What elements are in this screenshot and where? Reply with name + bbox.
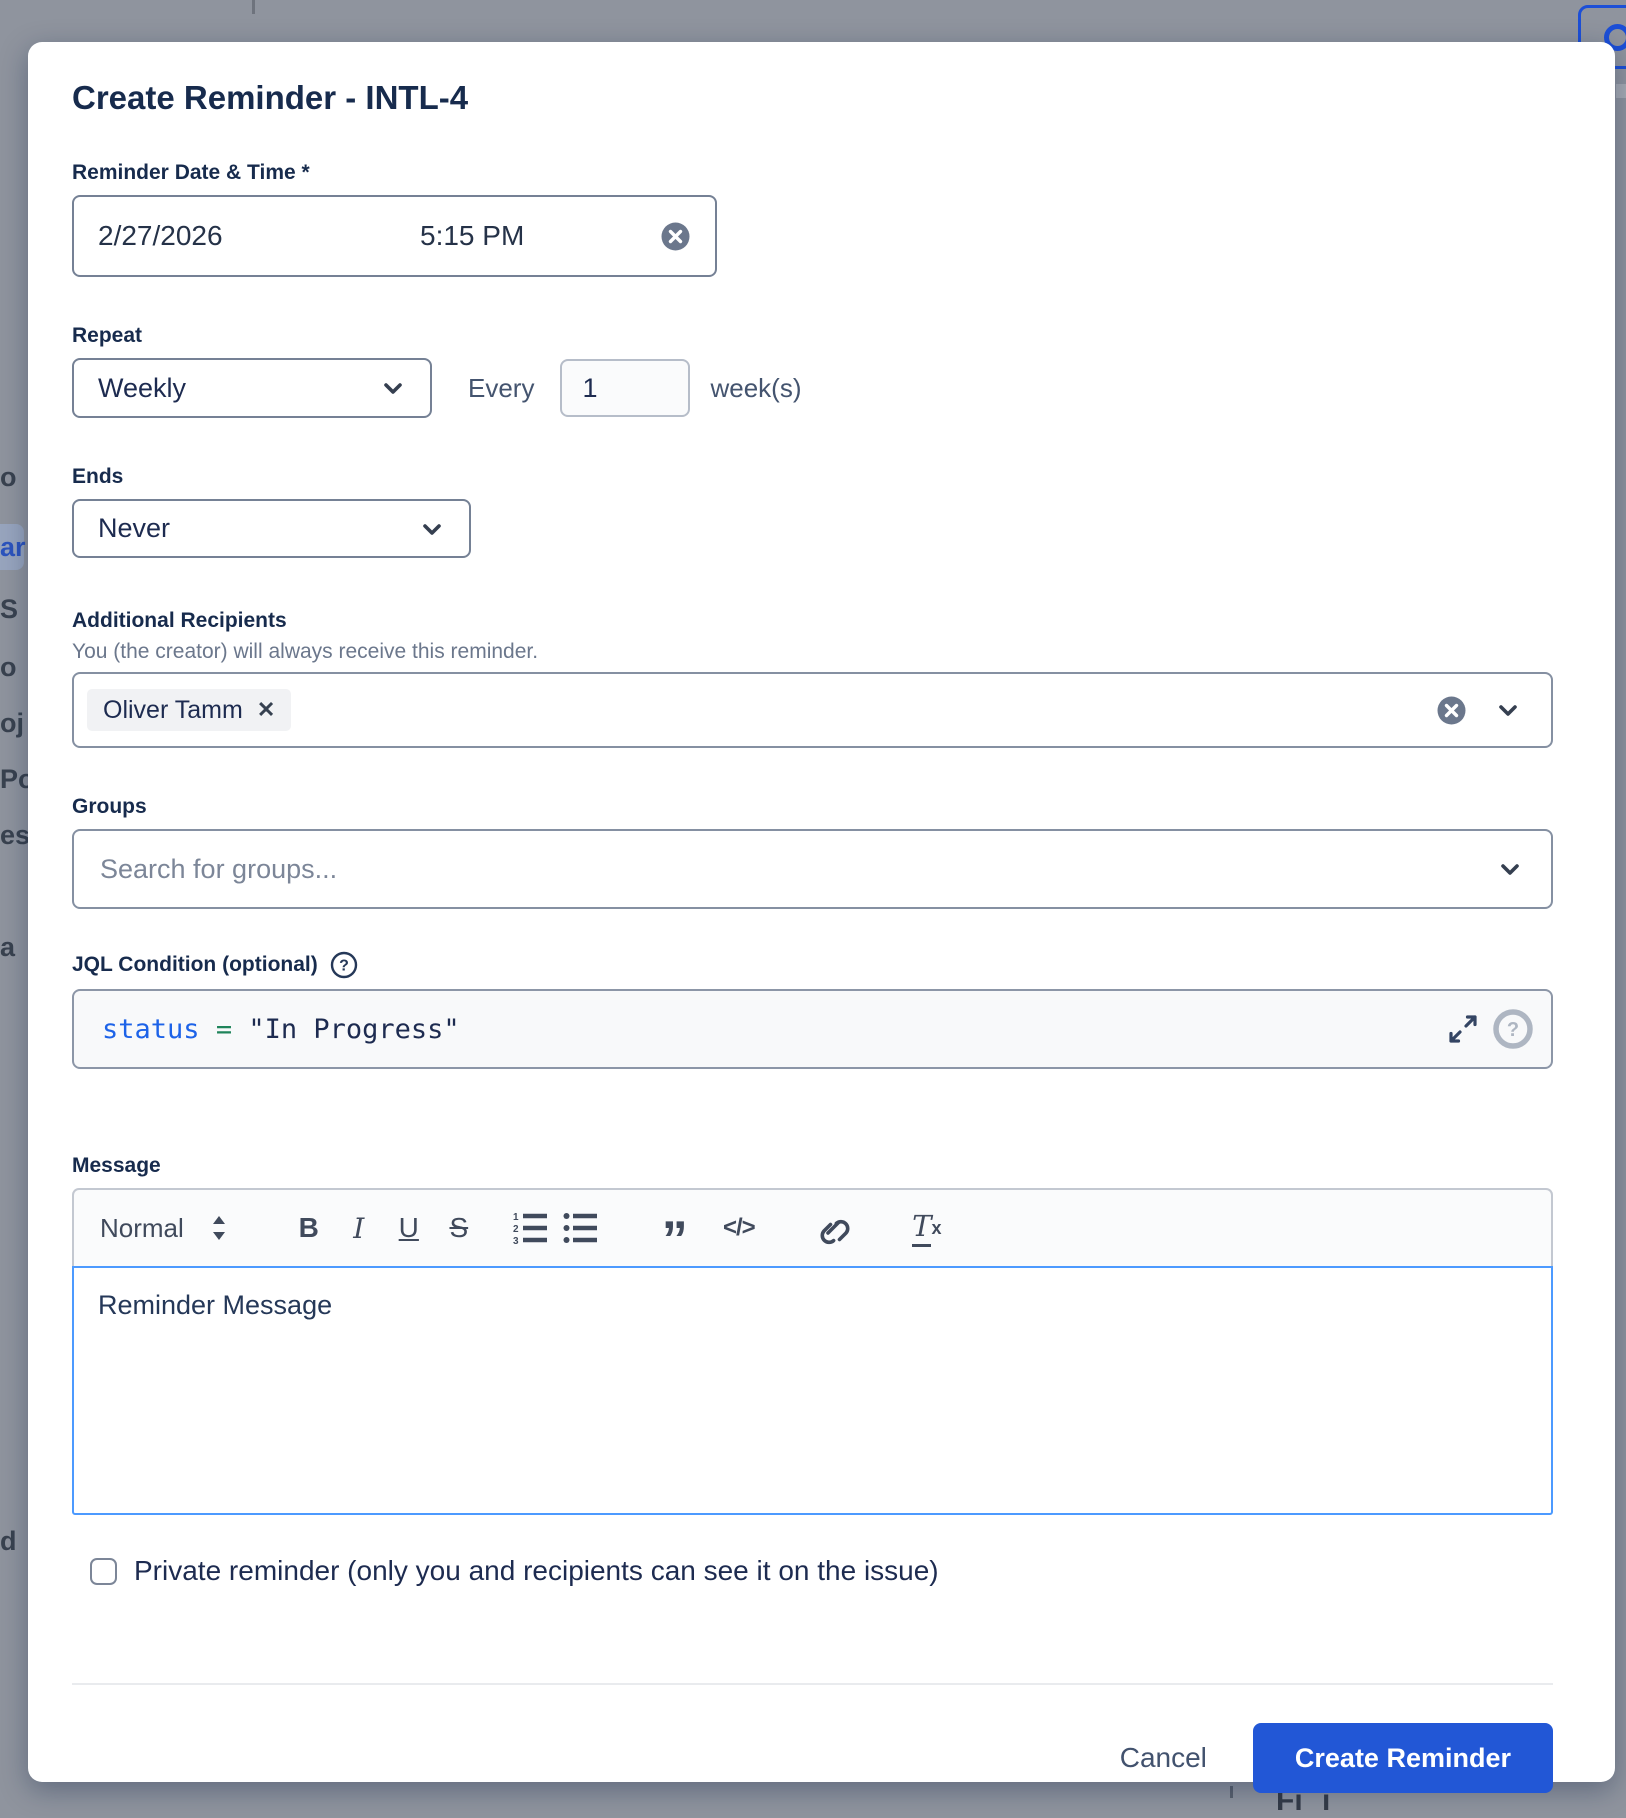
datetime-label: Reminder Date & Time * bbox=[72, 161, 310, 184]
updown-arrows-icon bbox=[210, 1213, 228, 1243]
backdrop-text-fragment: S bbox=[0, 594, 19, 624]
cancel-button[interactable]: Cancel bbox=[1084, 1723, 1243, 1793]
backdrop-text-fragment: o bbox=[0, 462, 17, 492]
groups-search-input[interactable] bbox=[100, 853, 1495, 885]
chevron-down-icon[interactable] bbox=[1495, 854, 1525, 884]
jql-operator-token: = bbox=[215, 1013, 233, 1045]
groups-field[interactable] bbox=[72, 829, 1553, 909]
bullet-list-button[interactable] bbox=[560, 1204, 602, 1252]
message-editor[interactable]: Reminder Message bbox=[72, 1266, 1553, 1515]
ends-select[interactable]: Never bbox=[72, 499, 471, 558]
time-value[interactable]: 5:15 PM bbox=[420, 220, 524, 252]
ordered-list-button[interactable]: 1 2 3 bbox=[510, 1204, 552, 1252]
clear-formatting-button[interactable]: Tx bbox=[906, 1204, 948, 1252]
svg-text:?: ? bbox=[339, 958, 349, 975]
private-reminder-checkbox[interactable] bbox=[90, 1557, 117, 1585]
clear-recipients-icon[interactable] bbox=[1436, 695, 1467, 726]
backdrop-text-fragment: d bbox=[0, 1526, 17, 1556]
ends-select-value: Never bbox=[98, 513, 171, 543]
weeks-unit-label: week(s) bbox=[710, 372, 802, 403]
backdrop-text-fragment: a bbox=[0, 932, 16, 962]
svg-text:3: 3 bbox=[513, 1236, 519, 1245]
jql-input[interactable]: status = "In Progress" ? bbox=[72, 989, 1553, 1069]
backdrop-divider-top bbox=[252, 0, 255, 14]
underline-button[interactable]: U bbox=[388, 1204, 430, 1252]
interval-input[interactable] bbox=[560, 359, 691, 417]
remove-recipient-icon[interactable]: ✕ bbox=[257, 699, 275, 721]
create-reminder-dialog: Create Reminder - INTL-4 Reminder Date &… bbox=[28, 42, 1615, 1793]
backdrop-band-fragment bbox=[1616, 84, 1626, 98]
chevron-down-icon[interactable] bbox=[1493, 695, 1523, 725]
svg-text:2: 2 bbox=[513, 1224, 519, 1235]
datetime-input[interactable]: 2/27/2026 5:15 PM bbox=[72, 195, 717, 277]
jql-field-token: status bbox=[102, 1013, 200, 1045]
backdrop-text-fragment: es bbox=[0, 820, 31, 850]
recipient-tag: Oliver Tamm ✕ bbox=[87, 689, 292, 731]
repeat-select[interactable]: Weekly bbox=[72, 358, 432, 418]
ends-label: Ends bbox=[72, 465, 124, 488]
backdrop-text-fragment: oj bbox=[0, 708, 24, 738]
help-icon[interactable]: ? bbox=[330, 951, 358, 979]
recipients-field[interactable]: Oliver Tamm ✕ bbox=[72, 672, 1553, 748]
strikethrough-button[interactable]: S bbox=[438, 1204, 480, 1252]
private-reminder-label: Private reminder (only you and recipient… bbox=[134, 1555, 939, 1586]
italic-button[interactable]: I bbox=[338, 1204, 380, 1252]
jql-help-icon[interactable]: ? bbox=[1491, 1007, 1535, 1051]
create-reminder-button[interactable]: Create Reminder bbox=[1252, 1723, 1553, 1793]
message-text: Reminder Message bbox=[98, 1290, 333, 1320]
expand-icon[interactable] bbox=[1445, 1011, 1481, 1047]
link-button[interactable] bbox=[812, 1204, 854, 1252]
repeat-label: Repeat bbox=[72, 324, 143, 347]
jql-label: JQL Condition (optional) bbox=[72, 953, 318, 976]
date-value[interactable]: 2/27/2026 bbox=[98, 220, 223, 252]
text-style-value: Normal bbox=[100, 1212, 184, 1243]
repeat-select-value: Weekly bbox=[98, 372, 187, 403]
dialog-title: Create Reminder - INTL-4 bbox=[72, 79, 469, 116]
blockquote-button[interactable]: ” bbox=[654, 1204, 696, 1266]
backdrop-text-fragment: o bbox=[0, 652, 17, 682]
svg-text:?: ? bbox=[1507, 1019, 1519, 1041]
groups-label: Groups bbox=[72, 795, 147, 818]
bold-button[interactable]: B bbox=[288, 1204, 330, 1252]
jql-value-token: "In Progress" bbox=[248, 1013, 460, 1045]
recipients-label: Additional Recipients bbox=[72, 609, 287, 632]
footer-divider bbox=[72, 1683, 1553, 1685]
text-style-dropdown[interactable]: Normal bbox=[100, 1213, 228, 1244]
code-button[interactable]: </> bbox=[718, 1204, 760, 1252]
chevron-down-icon bbox=[378, 373, 408, 403]
message-label: Message bbox=[72, 1154, 161, 1177]
backdrop-link-fragment: ar bbox=[0, 532, 26, 562]
svg-text:1: 1 bbox=[513, 1212, 519, 1223]
every-label: Every bbox=[468, 372, 535, 403]
recipients-helper-text: You (the creator) will always receive th… bbox=[72, 640, 539, 663]
recipient-name: Oliver Tamm bbox=[103, 695, 243, 724]
clear-datetime-icon[interactable] bbox=[660, 221, 691, 252]
editor-toolbar: Normal B I U S 1 2 3 ” </> T x bbox=[72, 1188, 1553, 1266]
chevron-down-icon bbox=[417, 514, 447, 544]
